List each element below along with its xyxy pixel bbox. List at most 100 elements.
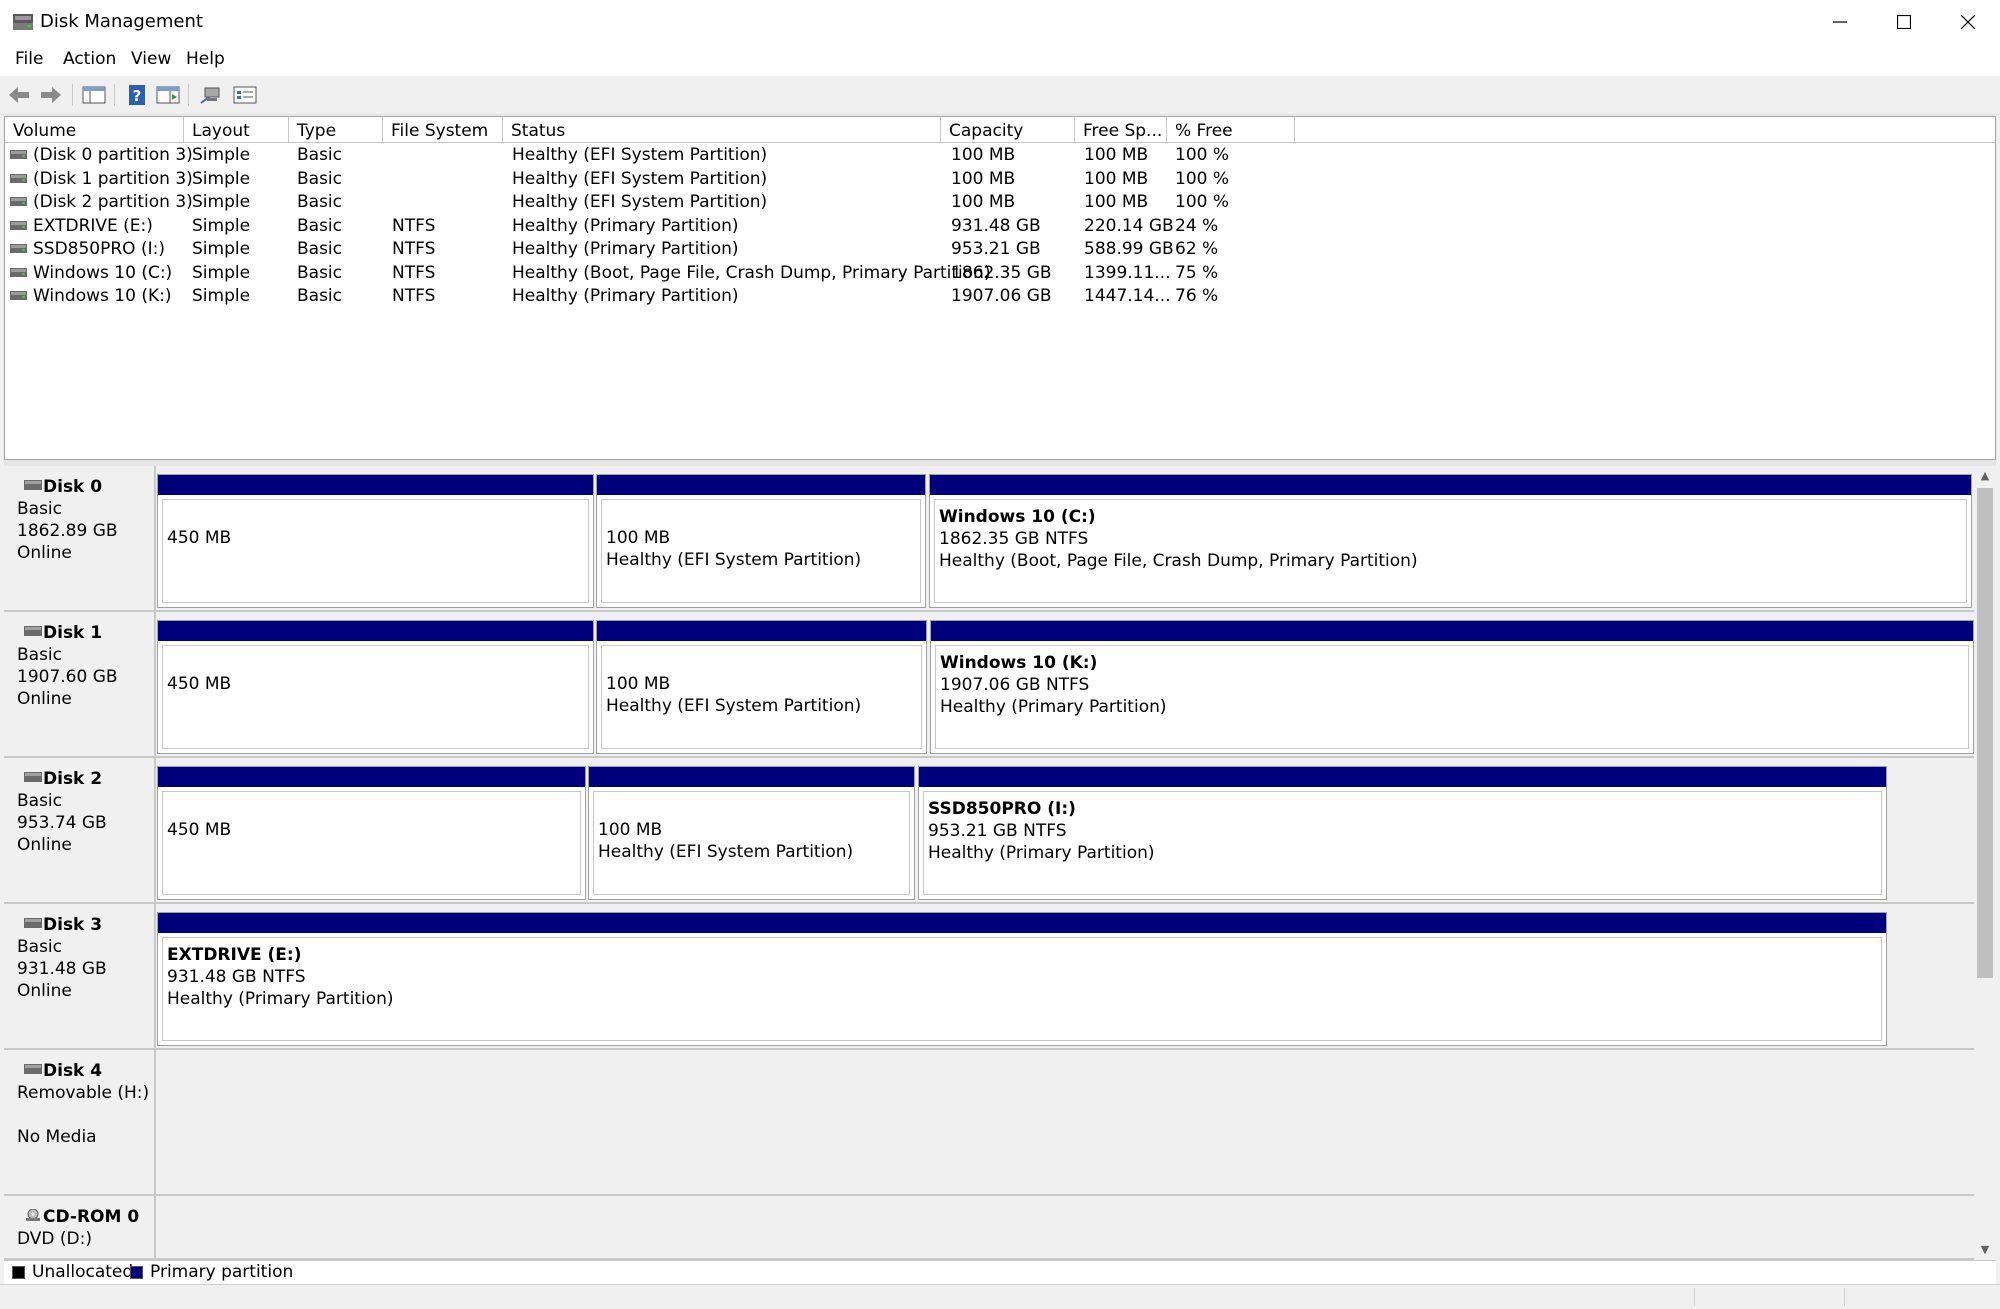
volume-row[interactable]: EXTDRIVE (E:) Simple Basic NTFS Healthy (Pri…	[5, 215, 1995, 238]
partition-block[interactable]: 450 MB	[157, 474, 594, 608]
disk-type: Basic	[17, 937, 63, 957]
disk-label[interactable]: Disk 0 Basic 1862.89 GB Online	[4, 466, 156, 612]
partition-block[interactable]: 100 MB Healthy (EFI System Partition)	[588, 766, 915, 900]
disk-label[interactable]: Disk 2 Basic 953.74 GB Online	[4, 758, 156, 904]
legend-swatch-unallocated	[12, 1266, 25, 1279]
partition-size: 931.48 GB NTFS	[167, 967, 306, 987]
cell-layout: Simple	[192, 145, 251, 165]
maximize-icon	[1897, 15, 1911, 29]
disk-status: Online	[17, 981, 72, 1001]
column-header-capacity[interactable]: Capacity	[941, 117, 1075, 143]
cell-free-space: 1447.14...	[1084, 286, 1171, 306]
connect-button[interactable]	[198, 82, 224, 108]
disk-name-text: Disk 2	[43, 769, 103, 789]
menu-action[interactable]: Action	[63, 49, 116, 69]
disk-partition-area: 450 MB 100 MB Healthy (EFI System Partitio…	[156, 466, 1974, 612]
scroll-down-arrow-icon[interactable]: ▼	[1974, 1240, 1996, 1260]
cell-percent-free: 100 %	[1175, 145, 1230, 165]
cell-volume: Windows 10 (K:)	[33, 286, 172, 306]
disk-size: 1907.60 GB	[17, 667, 118, 687]
column-header-status[interactable]: Status	[503, 117, 941, 143]
volume-list[interactable]: Volume Layout Type File System Status Ca…	[4, 116, 1996, 460]
scrollbar-thumb[interactable]	[1977, 488, 1993, 978]
column-header-percent-free[interactable]: % Free	[1167, 117, 1295, 143]
minimize-button[interactable]	[1808, 0, 1872, 44]
toolbar: ?	[0, 76, 2000, 115]
partition-size: 953.21 GB NTFS	[928, 821, 1067, 841]
volume-row[interactable]: (Disk 0 partition 3) Simple Basic Healthy (…	[5, 144, 1995, 167]
cell-capacity: 953.21 GB	[951, 239, 1041, 259]
title-bar[interactable]: Disk Management	[0, 0, 2000, 44]
help-icon: ?	[129, 85, 145, 105]
disk-size: 953.74 GB	[17, 813, 107, 833]
close-button[interactable]	[1936, 0, 2000, 44]
volume-row[interactable]: (Disk 2 partition 3) Simple Basic Healthy (…	[5, 191, 1995, 214]
cell-layout: Simple	[192, 192, 251, 212]
volume-row[interactable]: (Disk 1 partition 3) Simple Basic Healthy (…	[5, 168, 1995, 191]
primary-partition-bar	[158, 913, 1886, 933]
show-description-button[interactable]	[232, 82, 258, 108]
menu-file[interactable]: File	[15, 49, 43, 69]
volume-drive-icon	[10, 291, 27, 300]
volume-row[interactable]: SSD850PRO (I:) Simple Basic NTFS Healthy (Pr…	[5, 238, 1995, 261]
cell-volume: EXTDRIVE (E:)	[33, 215, 153, 236]
disk-drive-icon	[24, 918, 42, 928]
partition-status: Healthy (Boot, Page File, Crash Dump, Pr…	[939, 551, 1418, 571]
column-header-type[interactable]: Type	[289, 117, 383, 143]
column-header-layout[interactable]: Layout	[184, 117, 289, 143]
maximize-button[interactable]	[1872, 0, 1936, 44]
volume-drive-icon	[10, 220, 27, 230]
cell-type: Basic	[297, 168, 343, 189]
cell-type: Basic	[297, 262, 343, 283]
cell-percent-free: 100 %	[1175, 168, 1230, 189]
primary-partition-bar	[919, 767, 1886, 787]
volume-row[interactable]: Windows 10 (C:) Simple Basic NTFS Healthy (B…	[5, 262, 1995, 285]
cell-free-space: 100 MB	[1084, 168, 1149, 189]
disk-label[interactable]: Disk 1 Basic 1907.60 GB Online	[4, 612, 156, 758]
show-hide-console-tree-button[interactable]	[81, 82, 107, 108]
properties-button[interactable]	[155, 82, 181, 108]
partition-info: 100 MB Healthy (EFI System Partition)	[601, 645, 922, 749]
scroll-up-arrow-icon[interactable]: ▲	[1974, 466, 1996, 486]
forward-button[interactable]	[38, 82, 64, 108]
disk-partition-area	[156, 1196, 1974, 1260]
disk-size	[17, 1250, 154, 1260]
partition-block[interactable]: 450 MB	[157, 620, 594, 754]
disk-view-scrollbar[interactable]: ▲ ▼	[1974, 466, 1996, 1260]
cell-capacity: 931.48 GB	[951, 215, 1041, 236]
volume-row[interactable]: Windows 10 (K:) Simple Basic NTFS Healthy (P…	[5, 285, 1995, 308]
partition-block[interactable]: Windows 10 (K:) 1907.06 GB NTFS Healthy (P…	[930, 620, 1974, 754]
partition-block[interactable]: Windows 10 (C:) 1862.35 GB NTFS Healthy (B…	[929, 474, 1972, 608]
disk-label[interactable]: Disk 4 Removable (H:) No Media	[4, 1050, 156, 1196]
menu-view[interactable]: View	[131, 49, 171, 69]
column-header-free-space[interactable]: Free Sp...	[1075, 117, 1167, 143]
partition-name: Windows 10 (K:)	[940, 653, 1098, 673]
partition-block[interactable]: EXTDRIVE (E:) 931.48 GB NTFS Healthy (Prim…	[157, 912, 1887, 1046]
disk-drive-icon	[24, 1064, 42, 1074]
disk-status: No Media	[17, 1127, 97, 1147]
forward-icon	[41, 87, 61, 103]
disk-size: 931.48 GB	[17, 959, 107, 979]
back-button[interactable]	[6, 82, 32, 108]
partition-block[interactable]: 100 MB Healthy (EFI System Partition)	[596, 620, 927, 754]
primary-partition-bar	[158, 767, 585, 787]
disk-label[interactable]: CD-ROM 0 DVD (D:)	[4, 1196, 156, 1260]
help-button[interactable]: ?	[124, 82, 150, 108]
partition-info: Windows 10 (K:) 1907.06 GB NTFS Healthy (P…	[935, 645, 1969, 749]
disk-name-text: Disk 1	[43, 623, 103, 643]
disk-name: Disk 3	[17, 914, 154, 936]
partition-block[interactable]: 450 MB	[157, 766, 586, 900]
partition-status: Healthy (EFI System Partition)	[606, 550, 862, 570]
cell-layout: Simple	[192, 239, 251, 259]
primary-partition-bar	[158, 621, 593, 641]
primary-partition-bar	[589, 767, 914, 787]
cell-layout: Simple	[192, 168, 251, 189]
menu-help[interactable]: Help	[186, 49, 225, 69]
partition-block[interactable]: 100 MB Healthy (EFI System Partition)	[596, 474, 926, 608]
column-header-file-system[interactable]: File System	[383, 117, 503, 143]
column-header-volume[interactable]: Volume	[5, 117, 184, 143]
disk-label[interactable]: Disk 3 Basic 931.48 GB Online	[4, 904, 156, 1050]
cell-free-space: 100 MB	[1084, 192, 1149, 212]
cell-status: Healthy (Boot, Page File, Crash Dump, Pr…	[512, 262, 991, 283]
partition-block[interactable]: SSD850PRO (I:) 953.21 GB NTFS Healthy (Pri…	[918, 766, 1887, 900]
